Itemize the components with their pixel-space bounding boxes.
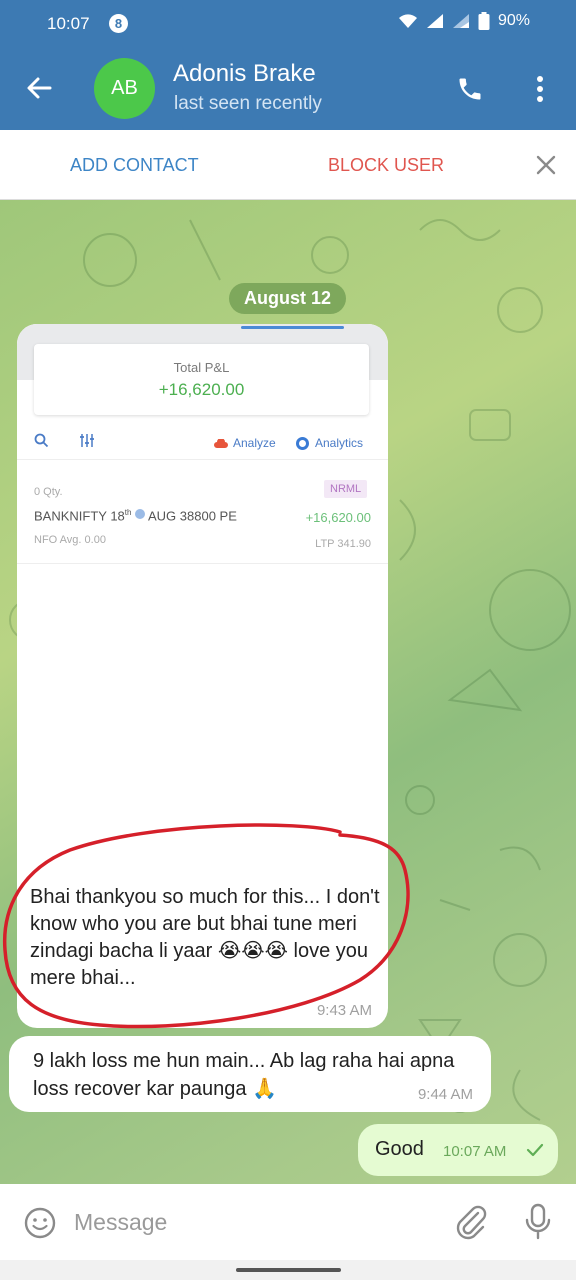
navigation-bar xyxy=(0,1260,576,1280)
message-input[interactable] xyxy=(74,1209,434,1236)
position-ltp: LTP 341.90 xyxy=(315,538,371,550)
message-time: 9:44 AM xyxy=(417,1086,473,1103)
notification-badge: 8 xyxy=(109,14,128,33)
outgoing-message-bubble[interactable]: Good 10:07 AM xyxy=(358,1124,558,1176)
contact-name[interactable]: Adonis Brake xyxy=(173,60,316,88)
status-bar: 10:07 8 90% xyxy=(0,0,576,48)
mic-icon[interactable] xyxy=(524,1203,552,1241)
image-message-bubble[interactable]: Total P&L +16,620.00 Analyze Analytics 0… xyxy=(17,324,388,1028)
check-icon xyxy=(526,1143,544,1157)
screenshot-toolbar: Analyze Analytics xyxy=(17,424,388,460)
message-text: Good xyxy=(375,1138,424,1160)
image-caption: Bhai thankyou so much for this... I don'… xyxy=(30,886,380,989)
chat-header: AB Adonis Brake last seen recently xyxy=(0,48,576,130)
total-pnl-label: Total P&L xyxy=(173,360,230,375)
date-separator: August 12 xyxy=(229,283,346,314)
analyze-label: Analyze xyxy=(233,436,276,450)
signal-icon xyxy=(426,14,443,28)
incoming-message-bubble[interactable]: 9 lakh loss me hun main... Ab lag raha h… xyxy=(9,1036,491,1112)
position-qty: 0 Qty. xyxy=(34,486,63,498)
instrument-name: BANKNIFTY 18th AUG 38800 PE xyxy=(34,508,237,523)
signal-icon xyxy=(452,14,469,28)
product-badge: NRML xyxy=(324,480,368,498)
position-pnl: +16,620.00 xyxy=(305,510,371,525)
search-icon xyxy=(34,433,49,448)
close-icon[interactable] xyxy=(536,155,556,175)
instrument-contract: AUG 38800 PE xyxy=(148,508,237,524)
analyze-link: Analyze xyxy=(214,436,276,450)
battery-icon xyxy=(478,12,490,30)
back-arrow-icon[interactable] xyxy=(26,75,52,101)
analytics-label: Analytics xyxy=(315,436,364,450)
wifi-icon xyxy=(398,14,417,28)
status-time: 10:07 xyxy=(47,14,90,33)
phone-icon[interactable] xyxy=(456,75,484,103)
contact-action-bar: ADD CONTACT BLOCK USER xyxy=(0,130,576,200)
position-exchange: NFO Avg. 0.00 xyxy=(34,534,106,546)
last-seen-status: last seen recently xyxy=(174,93,322,114)
chat-area[interactable]: August 12 Total P&L +16,620.00 Analyze A… xyxy=(0,200,576,1184)
home-handle[interactable] xyxy=(236,1268,341,1272)
instrument-symbol-suffix: th xyxy=(124,508,132,517)
message-time: 10:07 AM xyxy=(443,1143,507,1160)
weekly-badge-icon xyxy=(135,509,146,520)
block-user-button[interactable]: BLOCK USER xyxy=(328,155,444,176)
analytics-link: Analytics xyxy=(296,436,363,450)
system-icons: 90% xyxy=(398,12,530,30)
add-contact-button[interactable]: ADD CONTACT xyxy=(70,155,199,176)
cloud-icon xyxy=(214,438,228,448)
more-vert-icon[interactable] xyxy=(530,74,550,104)
total-pnl-value: +16,620.00 xyxy=(158,380,245,399)
avatar[interactable]: AB xyxy=(94,58,155,119)
total-pnl-card: Total P&L +16,620.00 xyxy=(34,344,369,415)
emoji-icon[interactable] xyxy=(23,1206,57,1240)
instrument-symbol: BANKNIFTY 18 xyxy=(34,508,125,524)
message-text: 9 lakh loss me hun main... Ab lag raha h… xyxy=(33,1050,455,1100)
position-row: 0 Qty. NRML BANKNIFTY 18th AUG 38800 PE … xyxy=(17,474,388,564)
screenshot-image[interactable]: Total P&L +16,620.00 Analyze Analytics 0… xyxy=(17,324,388,864)
attach-icon[interactable] xyxy=(454,1204,488,1240)
screenshot-tab-indicator xyxy=(241,326,344,329)
analytics-ring-icon xyxy=(296,436,309,450)
filter-icon xyxy=(80,434,94,447)
message-composer xyxy=(0,1184,576,1260)
battery-percent: 90% xyxy=(497,12,530,29)
message-time: 9:43 AM xyxy=(316,1002,372,1019)
